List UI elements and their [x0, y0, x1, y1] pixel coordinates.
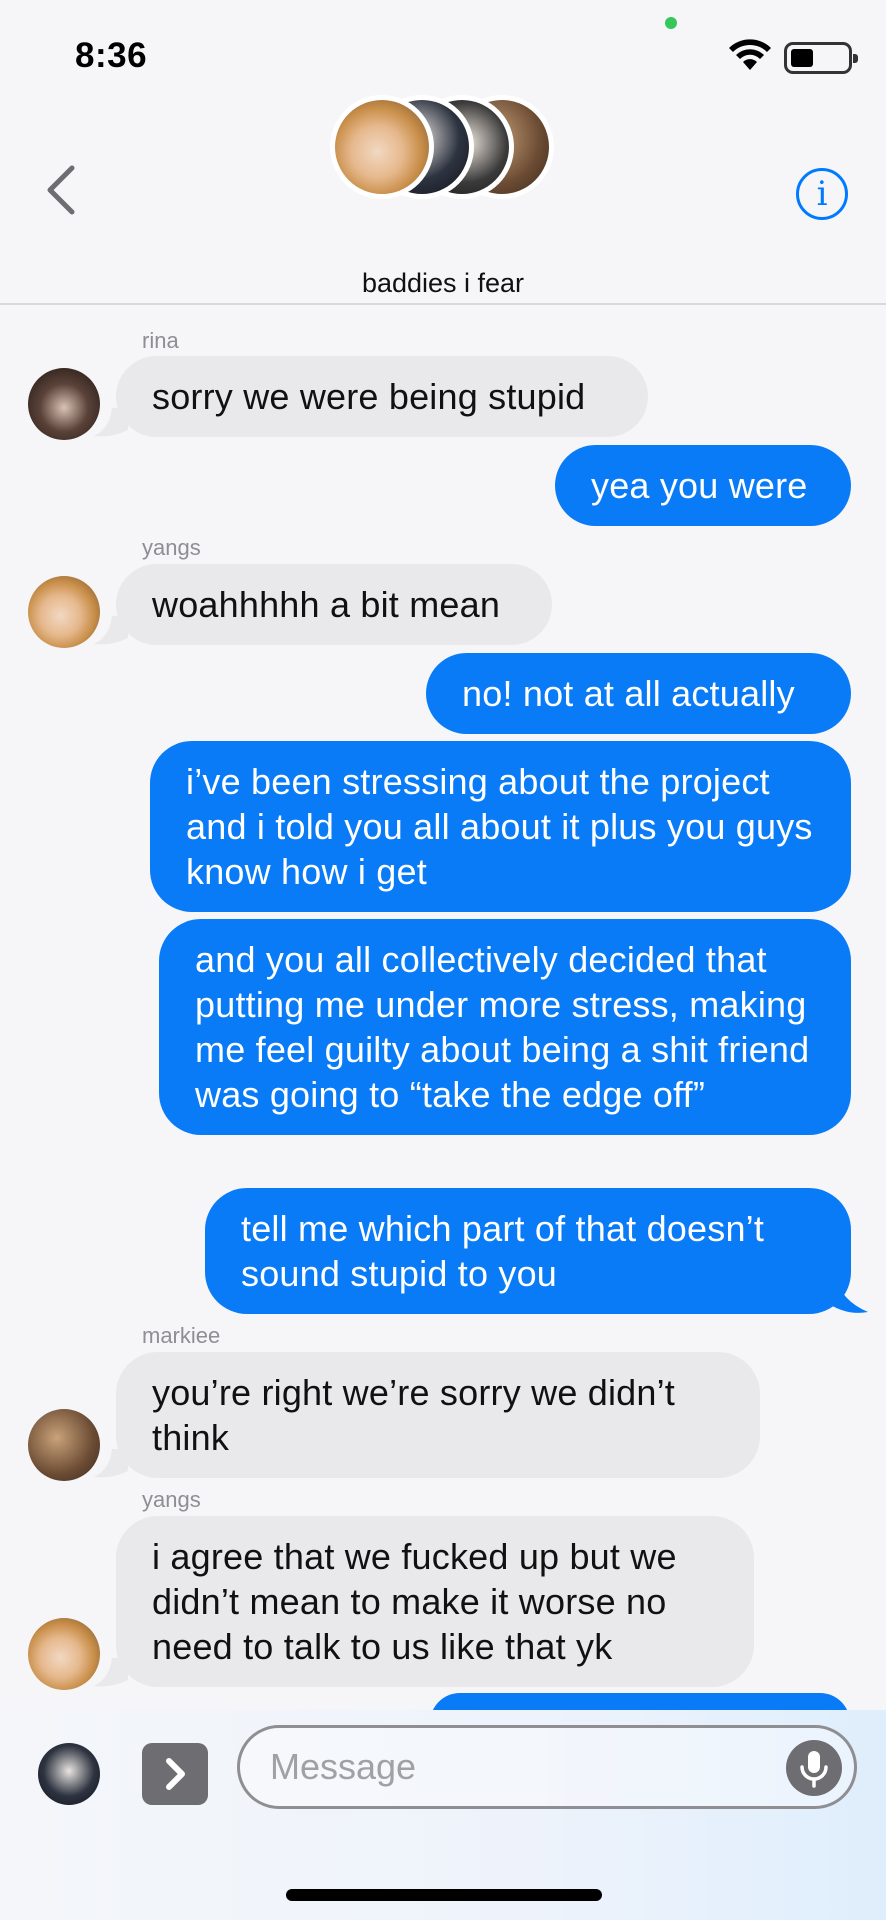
battery-icon	[784, 42, 858, 74]
wifi-icon	[729, 39, 771, 70]
group-name[interactable]: baddies i fear	[0, 268, 886, 299]
message-bubble-incoming[interactable]: you’re right we’re sorry we didn’t think	[116, 1352, 760, 1478]
avatar-yangs[interactable]	[28, 576, 100, 648]
message-bubble-outgoing[interactable]: and you all collectively decided that pu…	[159, 919, 851, 1135]
sender-name: markiee	[142, 1323, 221, 1348]
apps-chevron-icon	[166, 1758, 185, 1790]
avatar-rina[interactable]	[28, 368, 100, 440]
status-time: 8:36	[75, 36, 148, 75]
message-bubble-outgoing[interactable]: yea you were	[555, 445, 851, 526]
group-avatar-1	[330, 95, 434, 199]
home-indicator[interactable]	[286, 1889, 602, 1901]
sender-name: rina	[142, 328, 179, 353]
message-bubble-outgoing[interactable]: i’ve been stressing about the project an…	[150, 741, 851, 912]
message-bubble-incoming[interactable]: woahhhhh a bit mean	[116, 564, 552, 645]
camera-indicator-dot	[665, 17, 677, 29]
mic-button[interactable]	[786, 1740, 842, 1796]
apps-button[interactable]	[142, 1743, 208, 1805]
back-chevron-icon[interactable]	[40, 160, 90, 220]
mic-icon	[800, 1751, 828, 1788]
avatar-yangs[interactable]	[28, 1618, 100, 1690]
bubble-tail	[826, 1276, 868, 1313]
message-input-container[interactable]	[237, 1725, 857, 1809]
group-avatars[interactable]	[330, 95, 560, 205]
info-icon[interactable]: i	[796, 168, 848, 220]
avatar-markiee[interactable]	[28, 1409, 100, 1481]
message-input[interactable]	[270, 1742, 750, 1792]
conversation-header: i baddies i fear	[0, 90, 886, 305]
my-avatar[interactable]	[38, 1743, 100, 1805]
message-bubble-incoming[interactable]: i agree that we fucked up but we didn’t …	[116, 1516, 754, 1687]
sender-name: yangs	[142, 1487, 201, 1512]
message-bubble-outgoing[interactable]: no! not at all actually	[426, 653, 851, 734]
message-bubble-incoming[interactable]: sorry we were being stupid	[116, 356, 648, 437]
sender-name: yangs	[142, 535, 201, 560]
message-bubble-outgoing[interactable]: tell me which part of that doesn’t sound…	[205, 1188, 851, 1314]
